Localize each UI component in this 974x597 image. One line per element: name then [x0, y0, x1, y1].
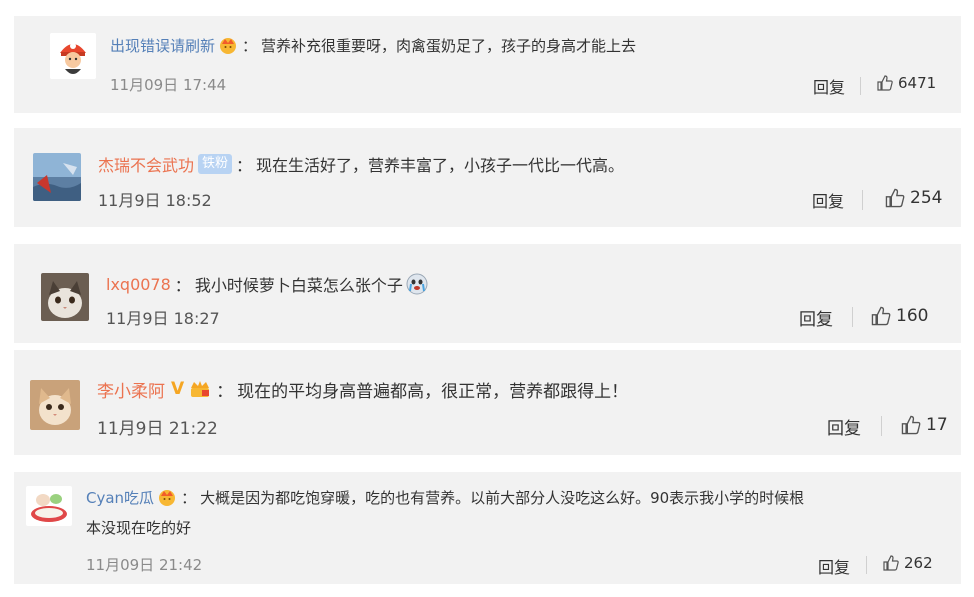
comment-card: 李小柔阿 V ： 现在的平均身高普遍都高，很正常，营养都跟得上！ 11月9日 2… [14, 350, 961, 455]
thumbs-up-icon [877, 75, 893, 91]
username-link[interactable]: Cyan吃瓜 [86, 487, 154, 508]
like-button[interactable]: 17 [900, 414, 948, 436]
avatar[interactable] [33, 153, 81, 201]
colon: ： [236, 156, 253, 175]
like-button[interactable]: 262 [882, 554, 933, 572]
comment-card: Cyan吃瓜 ： 大概是因为都吃饱穿暖，吃的也有营养。以前大部分人没吃这么好。9… [14, 472, 961, 584]
colon: ： [216, 381, 234, 402]
comment-card: 出现错误请刷新 ： 营养补充很重要呀，肉禽蛋奶足了，孩子的身高才能上去 11月0… [14, 16, 961, 113]
like-count: 160 [896, 306, 929, 326]
avatar[interactable] [50, 33, 96, 79]
comment-text: 大概是因为都吃饱穿暖，吃的也有营养。以前大部分人没吃这么好。90表示我小学的时候… [200, 488, 805, 507]
thumbs-up-icon [885, 188, 905, 208]
avatar[interactable] [41, 273, 89, 321]
comment-time: 11月9日 18:27 [106, 309, 220, 328]
comment-time: 11月09日 17:44 [110, 76, 227, 94]
thumbs-up-icon [883, 555, 899, 571]
divider [852, 307, 853, 327]
divider [860, 77, 861, 95]
avatar[interactable] [30, 380, 80, 430]
crown-badge-icon [157, 487, 177, 507]
reply-button[interactable]: 回复 [799, 305, 833, 330]
comment-time: 11月9日 21:22 [97, 419, 218, 439]
like-count: 6471 [898, 74, 937, 92]
reply-button[interactable]: 回复 [818, 554, 850, 578]
crying-emoji-icon [405, 272, 429, 296]
comment-text: 现在生活好了，营养丰富了，小孩子一代比一代高。 [256, 156, 625, 175]
like-button[interactable]: 160 [870, 305, 928, 327]
like-button[interactable]: 254 [884, 187, 942, 209]
comment-text: 现在的平均身高普遍都高，很正常，营养都跟得上！ [237, 381, 629, 402]
member-badge-icon [188, 378, 212, 400]
divider [881, 416, 882, 436]
reply-button[interactable]: 回复 [827, 414, 861, 439]
divider [862, 190, 863, 210]
avatar[interactable] [26, 486, 72, 526]
comment-text-continued: 本没现在吃的好 [86, 518, 192, 537]
crown-badge-icon [218, 35, 238, 55]
colon: ： [242, 36, 258, 55]
reply-button[interactable]: 回复 [813, 74, 845, 98]
comment-time: 11月09日 21:42 [86, 556, 203, 574]
comment-text: 我小时候萝卜白菜怎么张个子 [194, 276, 403, 295]
username-link[interactable]: 李小柔阿 [97, 377, 165, 402]
comment-card: lxq0078 ： 我小时候萝卜白菜怎么张个子 11月9日 18:27 回复 1… [14, 244, 961, 343]
colon: ： [174, 276, 191, 295]
like-count: 17 [926, 415, 948, 435]
comment-text: 营养补充很重要呀，肉禽蛋奶足了，孩子的身高才能上去 [261, 36, 637, 55]
thumbs-up-icon [901, 415, 921, 435]
username-link[interactable]: 杰瑞不会武功 [98, 152, 194, 176]
username-link[interactable]: lxq0078 [106, 275, 171, 294]
reply-button[interactable]: 回复 [812, 188, 844, 212]
thumbs-up-icon [871, 306, 891, 326]
fan-badge: 铁粉 [198, 154, 233, 174]
like-button[interactable]: 6471 [876, 74, 936, 92]
divider [866, 556, 867, 574]
username-link[interactable]: 出现错误请刷新 [110, 35, 215, 56]
comment-card: 杰瑞不会武功 铁粉 ： 现在生活好了，营养丰富了，小孩子一代比一代高。 11月9… [14, 128, 961, 227]
like-count: 254 [910, 188, 943, 208]
like-count: 262 [904, 554, 933, 572]
comment-time: 11月9日 18:52 [98, 191, 212, 210]
colon: ： [181, 488, 197, 507]
verified-v-icon: V [171, 379, 185, 399]
